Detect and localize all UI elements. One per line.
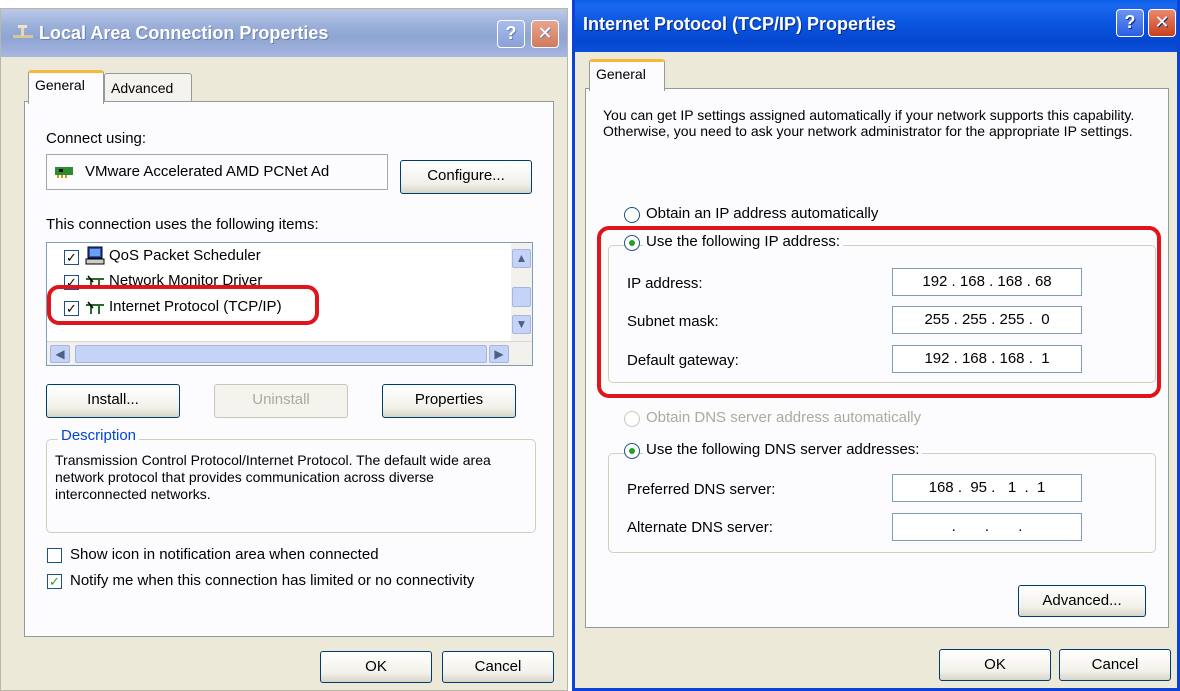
- tcp-cancel-button[interactable]: Cancel: [1059, 649, 1171, 681]
- netmon-checkbox[interactable]: ✓: [64, 275, 79, 290]
- tcp-window-title: Internet Protocol (TCP/IP) Properties: [583, 14, 897, 34]
- lan-close-button[interactable]: ✕: [531, 20, 559, 48]
- lan-general-panel: Connect using: VMware Accelerated AMD PC…: [24, 101, 554, 637]
- subnet-mask-input[interactable]: 255 . 255 . 255 . 0: [892, 306, 1082, 334]
- use-dns-radio[interactable]: [624, 443, 640, 459]
- description-text: Transmission Control Protocol/Internet P…: [55, 452, 491, 502]
- scroll-thumb[interactable]: [512, 287, 531, 307]
- scroll-down-icon[interactable]: ▼: [512, 315, 531, 334]
- use-ip-label: Use the following IP address:: [643, 233, 843, 250]
- adapter-field: VMware Accelerated AMD PCNet Ad: [46, 154, 388, 190]
- item-tcpip-label: Internet Protocol (TCP/IP): [109, 298, 282, 315]
- protocol-icon: [85, 275, 105, 289]
- scroll-h-thumb[interactable]: [75, 345, 487, 363]
- obtain-dns-radio[interactable]: [624, 411, 640, 427]
- configure-button[interactable]: Configure...: [400, 160, 532, 194]
- lan-ok-button[interactable]: OK: [320, 651, 432, 683]
- show-icon-label: Show icon in notification area when conn…: [70, 546, 379, 563]
- network-card-icon: [55, 165, 75, 179]
- components-list[interactable]: ✓ QoS Packet Scheduler ✓ Network Monitor…: [46, 242, 533, 366]
- horizontal-scrollbar[interactable]: ◀ ▶: [47, 341, 532, 365]
- intro-text: You can get IP settings assigned automat…: [603, 107, 1135, 139]
- ip-address-label: IP address:: [627, 275, 703, 292]
- preferred-dns-label: Preferred DNS server:: [627, 481, 776, 498]
- show-icon-checkbox[interactable]: [47, 548, 62, 563]
- items-label: This connection uses the following items…: [46, 216, 319, 233]
- lan-help-button[interactable]: ?: [497, 20, 525, 48]
- obtain-ip-radio[interactable]: [624, 207, 640, 223]
- lan-properties-window: Local Area Connection Properties ? ✕ Gen…: [0, 8, 568, 691]
- install-button[interactable]: Install...: [46, 384, 180, 418]
- lan-title-bar[interactable]: Local Area Connection Properties ? ✕: [1, 9, 567, 57]
- lan-cancel-button[interactable]: Cancel: [442, 651, 554, 683]
- properties-button[interactable]: Properties: [382, 384, 516, 418]
- alternate-dns-input[interactable]: . . .: [892, 513, 1082, 541]
- list-item[interactable]: ✓ Internet Protocol (TCP/IP): [47, 295, 511, 321]
- ip-address-input[interactable]: 192 . 168 . 168 . 68: [892, 268, 1082, 296]
- vertical-scrollbar[interactable]: ▲ ▼: [511, 243, 532, 341]
- tcp-close-button[interactable]: ✕: [1148, 9, 1176, 37]
- scroll-left-icon[interactable]: ◀: [50, 345, 70, 363]
- tab-general[interactable]: General: [589, 59, 665, 91]
- gateway-label: Default gateway:: [627, 352, 739, 369]
- description-legend: Description: [58, 427, 140, 444]
- lan-window-title: Local Area Connection Properties: [39, 23, 329, 43]
- notify-label: Notify me when this connection has limit…: [70, 572, 475, 589]
- use-ip-radio[interactable]: [624, 235, 640, 251]
- preferred-dns-input[interactable]: 168 . 95 . 1 . 1: [892, 474, 1082, 502]
- connect-using-label: Connect using:: [46, 130, 147, 147]
- alternate-dns-label: Alternate DNS server:: [627, 519, 773, 536]
- item-netmon-label: Network Monitor Driver: [109, 272, 263, 289]
- adapter-name: VMware Accelerated AMD PCNet Ad: [85, 163, 330, 180]
- tcp-general-panel: You can get IP settings assigned automat…: [585, 88, 1169, 628]
- tcp-help-button[interactable]: ?: [1116, 9, 1144, 37]
- scroll-right-icon[interactable]: ▶: [489, 345, 509, 363]
- advanced-button[interactable]: Advanced...: [1018, 585, 1146, 617]
- obtain-dns-label: Obtain DNS server address automatically: [646, 409, 922, 426]
- list-item[interactable]: ✓ QoS Packet Scheduler: [47, 243, 511, 269]
- computer-icon: [85, 246, 105, 266]
- tcpip-checkbox[interactable]: ✓: [64, 301, 79, 316]
- tcp-ok-button[interactable]: OK: [939, 649, 1051, 681]
- qos-checkbox[interactable]: ✓: [64, 250, 79, 265]
- item-qos-label: QoS Packet Scheduler: [109, 247, 261, 264]
- tcpip-properties-window: Internet Protocol (TCP/IP) Properties ? …: [572, 0, 1180, 691]
- tab-advanced[interactable]: Advanced: [104, 73, 192, 103]
- network-icon: [11, 23, 35, 43]
- list-item[interactable]: ✓ Network Monitor Driver: [47, 269, 511, 295]
- protocol-icon: [85, 301, 105, 315]
- gateway-input[interactable]: 192 . 168 . 168 . 1: [892, 345, 1082, 373]
- tab-general[interactable]: General: [28, 70, 104, 104]
- notify-checkbox[interactable]: ✓: [47, 574, 62, 589]
- uninstall-button[interactable]: Uninstall: [214, 384, 348, 418]
- use-dns-label: Use the following DNS server addresses:: [643, 441, 923, 458]
- obtain-ip-label: Obtain an IP address automatically: [646, 205, 879, 222]
- scroll-up-icon[interactable]: ▲: [512, 249, 531, 268]
- tcp-title-bar[interactable]: Internet Protocol (TCP/IP) Properties ? …: [575, 0, 1177, 52]
- subnet-mask-label: Subnet mask:: [627, 313, 719, 330]
